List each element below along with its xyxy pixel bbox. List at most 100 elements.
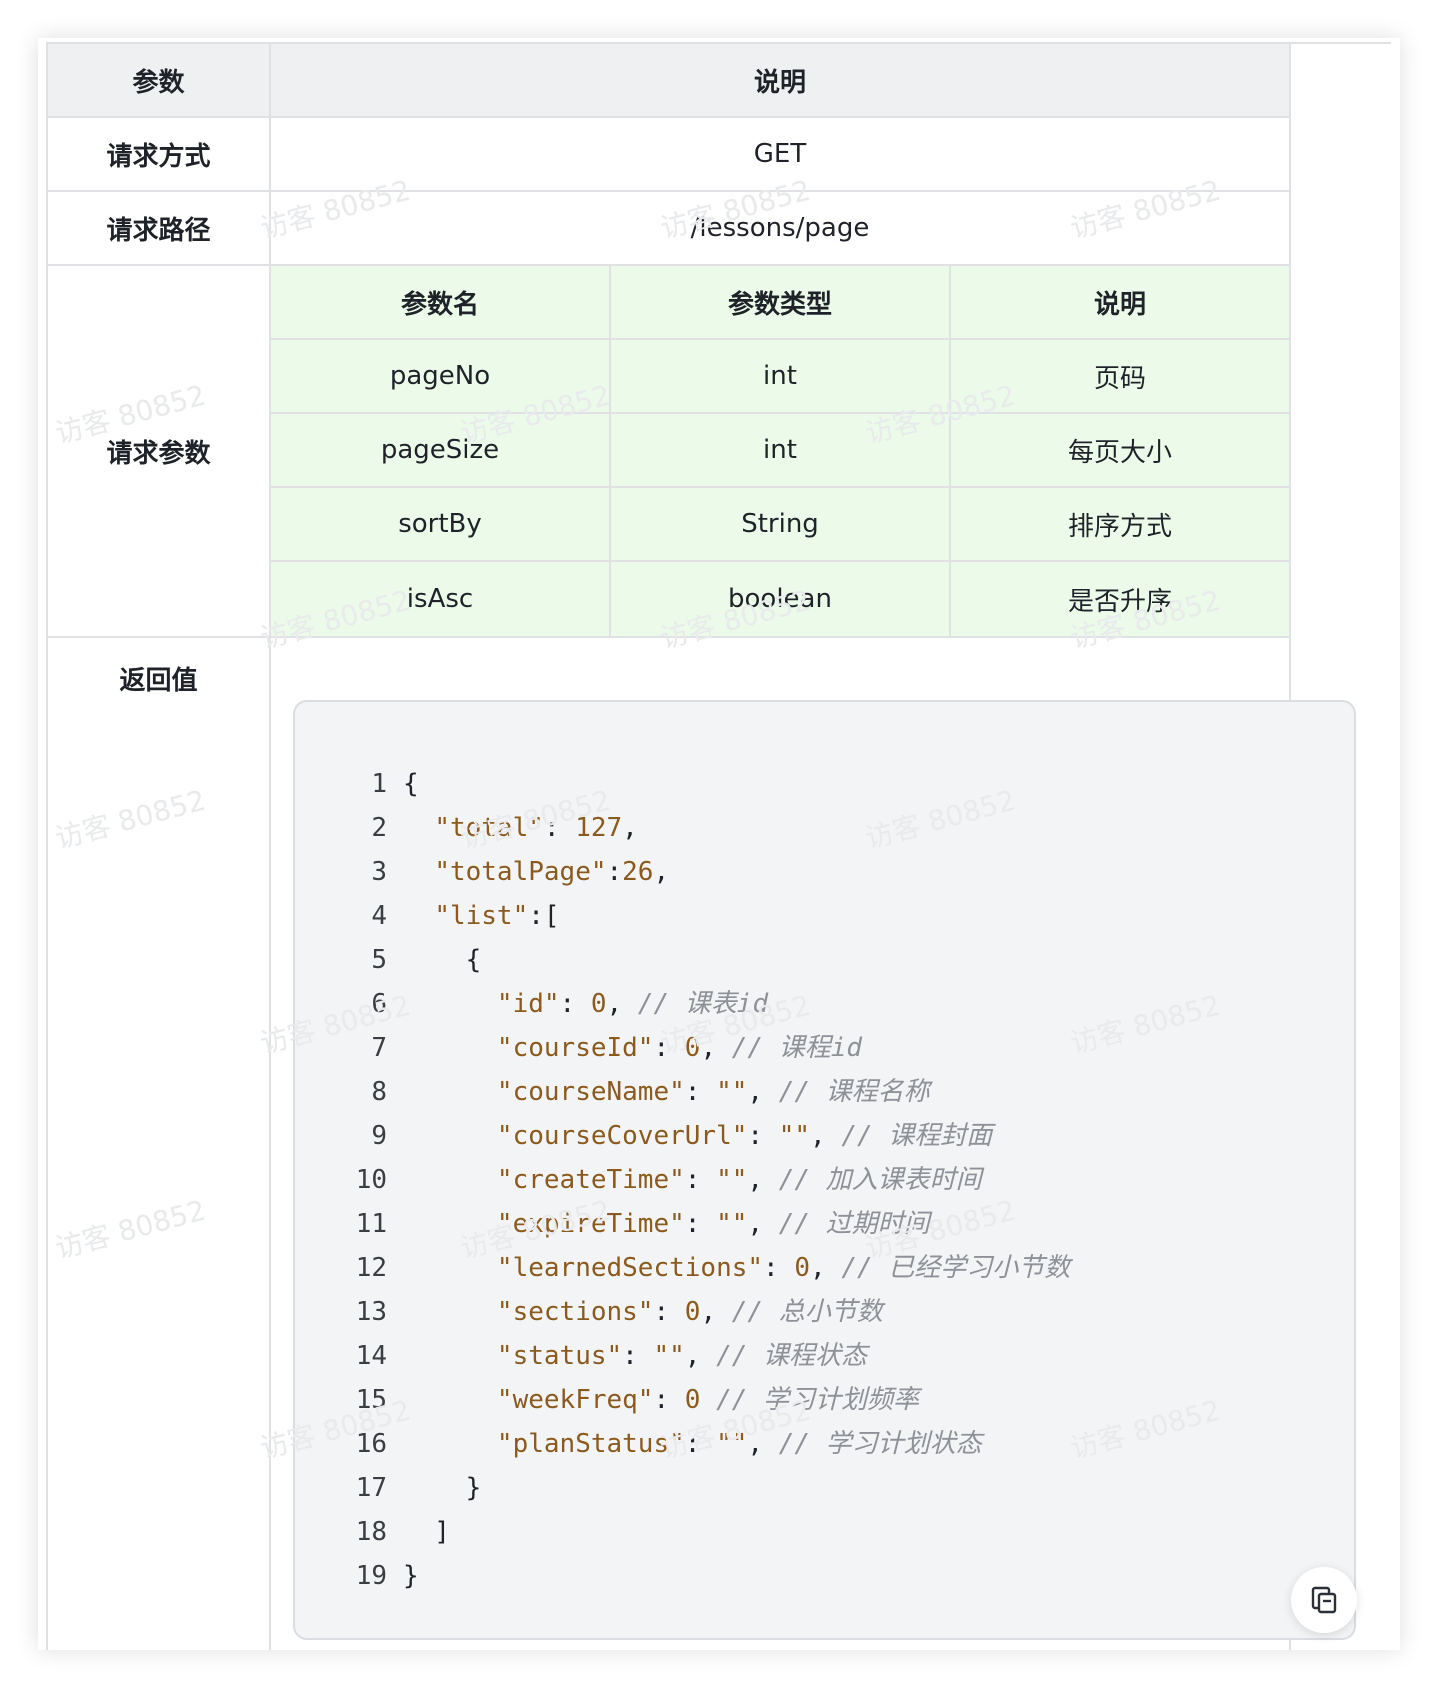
code-token: :[ xyxy=(528,901,560,931)
code-line: 10 "createTime": "", // 加入课表时间 xyxy=(315,1158,1070,1202)
code-token: : xyxy=(684,1209,717,1239)
code-token: , xyxy=(684,1341,717,1371)
params-label: 请求参数 xyxy=(48,266,271,638)
code-token: : xyxy=(622,1341,654,1371)
line-number: 5 xyxy=(371,945,387,975)
code-token: "sections" xyxy=(496,1297,654,1327)
code-token: , xyxy=(653,857,670,887)
code-token: , xyxy=(810,1253,842,1283)
method-label: 请求方式 xyxy=(48,118,271,192)
code-token: "" xyxy=(716,1165,748,1195)
method-value: GET xyxy=(271,118,1291,192)
param-type: int xyxy=(611,414,951,488)
code-block[interactable]: 1{2 "total": 127, 3 "totalPage":26, 4 "lis… xyxy=(293,700,1356,1640)
line-number: 11 xyxy=(355,1209,387,1239)
code-token: "learnedSections" xyxy=(496,1253,764,1283)
code-token: // 课程状态 xyxy=(716,1341,868,1371)
line-number: 12 xyxy=(355,1253,387,1283)
code-token: "" xyxy=(716,1209,748,1239)
code-token: "total" xyxy=(434,813,544,843)
param-desc: 页码 xyxy=(951,340,1291,414)
code-line: 4 "list":[ xyxy=(315,894,1070,938)
code-token: , xyxy=(622,813,638,843)
code-line: 3 "totalPage":26, xyxy=(315,850,1070,894)
line-number: 3 xyxy=(371,857,387,887)
param-name: pageNo xyxy=(271,340,611,414)
code-token: , xyxy=(700,1033,732,1063)
code-token: : xyxy=(606,857,623,887)
code-line: 15 "weekFreq": 0 // 学习计划频率 xyxy=(315,1378,1070,1422)
line-number: 19 xyxy=(355,1561,387,1591)
copy-button[interactable] xyxy=(1291,1567,1357,1633)
code-token: // 课表id xyxy=(637,989,769,1019)
line-number: 1 xyxy=(371,769,387,799)
param-desc: 是否升序 xyxy=(951,562,1291,638)
code-token: : xyxy=(543,813,576,843)
code-token: // 加入课表时间 xyxy=(778,1165,982,1195)
code-token: : xyxy=(763,1253,795,1283)
code-line: 14 "status": "", // 课程状态 xyxy=(315,1334,1070,1378)
line-number: 15 xyxy=(355,1385,387,1415)
code-token: "expireTime" xyxy=(496,1209,685,1239)
code-content[interactable]: 1{2 "total": 127, 3 "totalPage":26, 4 "lis… xyxy=(315,762,1071,1598)
code-token: } xyxy=(403,1561,419,1591)
param-type: int xyxy=(611,340,951,414)
code-token: { xyxy=(403,769,419,799)
code-token: "" xyxy=(653,1341,685,1371)
code-token: // 总小节数 xyxy=(731,1297,883,1327)
line-number: 9 xyxy=(371,1121,387,1151)
param-desc: 每页大小 xyxy=(951,414,1291,488)
param-desc: 排序方式 xyxy=(951,488,1291,562)
code-token: ] xyxy=(403,1517,450,1547)
path-value: /lessons/page xyxy=(271,192,1291,266)
code-line: 19} xyxy=(315,1554,1070,1598)
code-line: 9 "courseCoverUrl": "", // 课程封面 xyxy=(315,1114,1070,1158)
code-token: : xyxy=(653,1297,685,1327)
code-token: 0 xyxy=(684,1033,701,1063)
param-name: pageSize xyxy=(271,414,611,488)
code-token: : xyxy=(684,1165,717,1195)
code-token: : xyxy=(653,1385,685,1415)
code-token: : xyxy=(747,1121,779,1151)
code-token: : xyxy=(559,989,591,1019)
code-token: { xyxy=(403,945,482,975)
code-token: // 课程id xyxy=(731,1033,863,1063)
code-token: : xyxy=(653,1033,685,1063)
line-number: 2 xyxy=(371,813,387,843)
code-token: , xyxy=(747,1209,779,1239)
code-token: } xyxy=(403,1473,482,1503)
code-token: 0 xyxy=(684,1385,701,1415)
code-token: 26 xyxy=(622,857,654,887)
code-token: , xyxy=(747,1077,779,1107)
code-token: "createTime" xyxy=(496,1165,685,1195)
code-token: "" xyxy=(778,1121,810,1151)
line-number: 18 xyxy=(355,1517,387,1547)
header-desc: 说明 xyxy=(271,44,1291,118)
code-token: 0 xyxy=(590,989,607,1019)
code-token: // 学习计划状态 xyxy=(778,1429,982,1459)
line-number: 6 xyxy=(371,989,387,1019)
code-line: 6 "id": 0, // 课表id xyxy=(315,982,1070,1026)
param-type: String xyxy=(611,488,951,562)
params-col-type: 参数类型 xyxy=(611,266,951,340)
code-line: 16 "planStatus": "", // 学习计划状态 xyxy=(315,1422,1070,1466)
line-number: 17 xyxy=(355,1473,387,1503)
code-token: "status" xyxy=(496,1341,623,1371)
line-number: 10 xyxy=(355,1165,387,1195)
code-token: "" xyxy=(716,1077,748,1107)
params-col-name: 参数名 xyxy=(271,266,611,340)
code-token: , xyxy=(747,1429,779,1459)
code-token: // 过期时间 xyxy=(778,1209,930,1239)
line-number: 8 xyxy=(371,1077,387,1107)
line-number: 16 xyxy=(355,1429,387,1459)
code-line: 12 "learnedSections": 0, // 已经学习小节数 xyxy=(315,1246,1071,1290)
code-token: // 已经学习小节数 xyxy=(841,1253,1071,1283)
